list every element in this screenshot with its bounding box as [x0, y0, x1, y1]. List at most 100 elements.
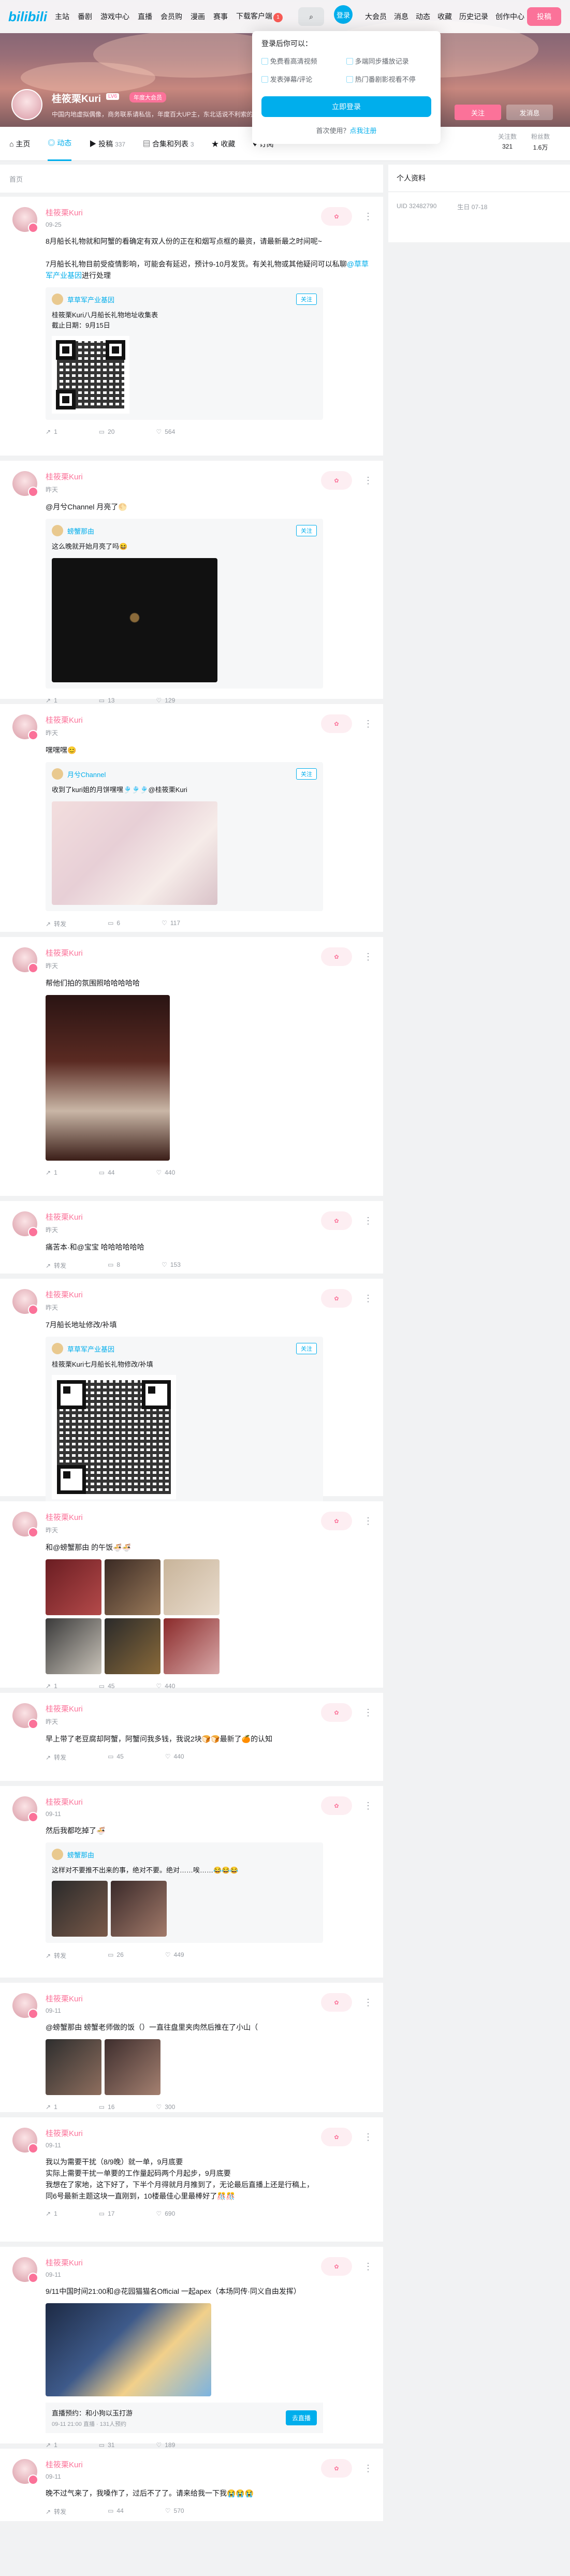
qr-code-image[interactable]	[52, 1375, 176, 1499]
share-button[interactable]: 1	[46, 2210, 57, 2217]
comment-button[interactable]: 44	[108, 2507, 123, 2516]
like-button[interactable]: 690	[156, 2210, 175, 2217]
more-icon[interactable]: ⋮	[363, 1516, 373, 1527]
forward-follow-button[interactable]: 关注	[296, 294, 317, 305]
comment-button[interactable]: 16	[99, 2103, 114, 2111]
forwarded-post[interactable]: 月兮Channel 关注 收到了kuri姐的月饼嘿嘿🎐🎐🎐@桂筱栗Kuri	[46, 762, 323, 911]
forwarded-post[interactable]: 螃蟹那由 关注 这么晚就开始月亮了吗😆	[46, 519, 323, 689]
post-avatar[interactable]	[12, 1993, 38, 2019]
like-button[interactable]: 570	[165, 2507, 184, 2516]
moon-photo[interactable]	[52, 558, 217, 682]
comment-button[interactable]: 45	[99, 1682, 114, 1690]
bilibili-logo[interactable]: bilibili	[8, 9, 55, 25]
forward-author[interactable]: 草草军产业基因	[67, 1344, 114, 1354]
post-avatar[interactable]	[12, 207, 38, 233]
tab-favorites[interactable]: ★ 收藏	[212, 139, 236, 149]
post-avatar[interactable]	[12, 1796, 38, 1822]
comment-button[interactable]: 45	[108, 1753, 123, 1762]
share-button[interactable]: 转发	[46, 1753, 66, 1762]
comment-button[interactable]: 31	[99, 2441, 114, 2449]
like-button[interactable]: 440	[156, 1169, 175, 1176]
like-button[interactable]: 440	[156, 1682, 175, 1690]
forward-avatar[interactable]	[52, 1343, 63, 1354]
photo-thumb[interactable]	[105, 1559, 160, 1615]
nav-vip[interactable]: 大会员	[365, 11, 387, 22]
forwarded-post[interactable]: 草草军产业基因 关注 桂筱栗Kuri八月船长礼物地址收集表 截止日期：9月15日	[46, 287, 323, 420]
nav-item-manga[interactable]: 漫画	[191, 11, 205, 22]
mooncake-photo[interactable]	[52, 801, 217, 905]
comment-button[interactable]: 44	[99, 1169, 114, 1176]
post-avatar[interactable]	[12, 947, 38, 973]
photo-thumb[interactable]	[52, 1881, 108, 1937]
forward-follow-button[interactable]: 关注	[296, 525, 317, 536]
message-button[interactable]: 发消息	[506, 105, 553, 120]
more-icon[interactable]: ⋮	[363, 1216, 373, 1226]
share-button[interactable]: 1	[46, 2103, 57, 2111]
more-icon[interactable]: ⋮	[363, 1707, 373, 1718]
nav-dynamic[interactable]: 动态	[416, 11, 430, 22]
forward-follow-button[interactable]: 关注	[296, 768, 317, 780]
forward-author[interactable]: 螃蟹那由	[67, 526, 94, 536]
forward-author[interactable]: 螃蟹那由	[67, 1850, 94, 1860]
forward-author[interactable]: 草草军产业基因	[67, 295, 114, 304]
post-avatar[interactable]	[12, 2128, 38, 2154]
nav-favorite[interactable]: 收藏	[437, 11, 452, 22]
photo-thumb[interactable]	[105, 1618, 160, 1674]
post-avatar[interactable]	[12, 1289, 38, 1315]
stat-fans[interactable]: 粉丝数 1.6万	[531, 132, 550, 152]
forward-avatar[interactable]	[52, 525, 63, 536]
photo-thumb[interactable]	[46, 1618, 101, 1674]
forward-avatar[interactable]	[52, 768, 63, 780]
more-icon[interactable]: ⋮	[363, 475, 373, 486]
like-button[interactable]: 564	[156, 428, 175, 435]
more-icon[interactable]: ⋮	[363, 719, 373, 729]
nav-item-anime[interactable]: 番剧	[78, 11, 92, 22]
comment-button[interactable]: 6	[108, 919, 120, 928]
like-button[interactable]: 129	[156, 697, 175, 704]
nav-item-shop[interactable]: 会员购	[160, 11, 182, 22]
tab-videos[interactable]: ▶ 投稿 337	[89, 139, 125, 149]
more-icon[interactable]: ⋮	[363, 2132, 373, 2143]
post-avatar[interactable]	[12, 471, 38, 497]
live-button[interactable]: 去直播	[285, 2410, 317, 2425]
like-button[interactable]: 153	[162, 1261, 181, 1270]
post-avatar[interactable]	[12, 1211, 38, 1237]
forward-follow-button[interactable]: 关注	[296, 1343, 317, 1354]
follow-button[interactable]: 关注	[455, 105, 501, 120]
nav-item-esports[interactable]: 赛事	[213, 11, 228, 22]
share-button[interactable]: 1	[46, 2441, 57, 2449]
forwarded-post[interactable]: 螃蟹那由 这样对不要推不出来的事，绝对不要。绝对……唉……😂😂😂	[46, 1842, 323, 1943]
photo-thumb[interactable]	[164, 1559, 220, 1615]
like-button[interactable]: 117	[162, 919, 180, 928]
forward-avatar[interactable]	[52, 294, 63, 305]
nav-creator[interactable]: 创作中心	[495, 11, 524, 22]
apex-cover-image[interactable]	[46, 2303, 211, 2396]
share-button[interactable]: 转发	[46, 919, 66, 928]
more-icon[interactable]: ⋮	[363, 211, 373, 222]
post-avatar[interactable]	[12, 714, 38, 740]
comment-button[interactable]: 8	[108, 1261, 120, 1270]
photo-thumb[interactable]	[111, 1881, 167, 1937]
more-icon[interactable]: ⋮	[363, 1293, 373, 1304]
post-avatar[interactable]	[12, 2257, 38, 2283]
tab-home[interactable]: ⌂ 主页	[9, 139, 30, 149]
search-button[interactable]: ⌕	[298, 7, 324, 26]
more-icon[interactable]: ⋮	[363, 1801, 373, 1811]
more-icon[interactable]: ⋮	[363, 952, 373, 962]
login-avatar-button[interactable]: 登录	[334, 5, 353, 24]
share-button[interactable]: 转发	[46, 2507, 66, 2516]
more-icon[interactable]: ⋮	[363, 2261, 373, 2272]
tab-dynamic[interactable]: ◎ 动态	[48, 126, 72, 161]
photo-thumb[interactable]	[164, 1618, 220, 1674]
share-button[interactable]: 转发	[46, 1951, 66, 1960]
more-icon[interactable]: ⋮	[363, 1997, 373, 2008]
register-link[interactable]: 点我注册	[350, 127, 377, 135]
nav-item-download[interactable]: 下载客户端 1	[236, 11, 283, 22]
share-button[interactable]: 1	[46, 1169, 57, 1176]
forwarded-post[interactable]: 草草军产业基因 关注 桂筱栗Kuri七月船长礼物修改/补填	[46, 1337, 323, 1505]
share-button[interactable]: 转发	[46, 1261, 66, 1270]
like-button[interactable]: 300	[156, 2103, 175, 2111]
qr-code-image[interactable]	[52, 336, 129, 414]
nav-item-live[interactable]: 直播	[138, 11, 152, 22]
nav-item-main[interactable]: 主站	[55, 11, 69, 22]
